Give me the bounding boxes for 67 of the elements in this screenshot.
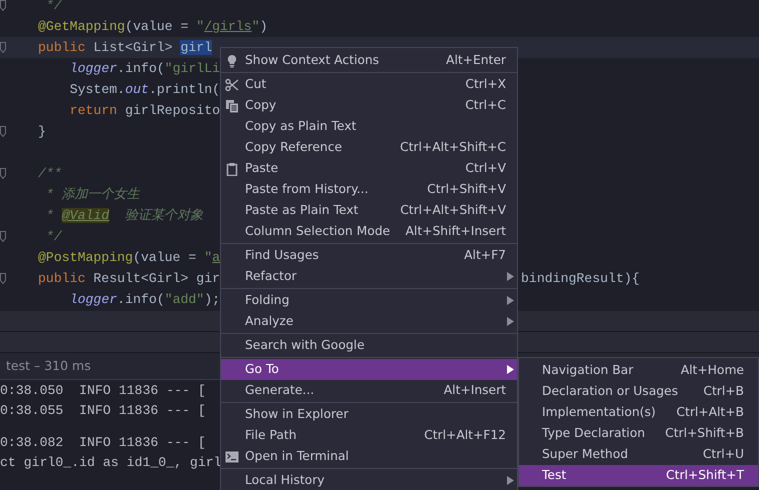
menu-item[interactable]: Show in Explorer — [221, 404, 517, 425]
code-text: bindingResult){ — [521, 270, 640, 288]
menu-item[interactable]: Generate... Alt+Insert — [221, 380, 517, 401]
code-text: logger.info("girlLi — [70, 61, 220, 76]
shortcut-label: Ctrl+X — [465, 76, 506, 94]
menu-item[interactable]: Find Usages Alt+F7 — [221, 245, 517, 266]
code-text: */ — [44, 229, 62, 244]
copy-icon — [225, 98, 239, 112]
scissors-icon — [225, 78, 239, 92]
menu-item[interactable]: Show Context Actions Alt+Enter — [221, 50, 517, 71]
shortcut-label: Ctrl+Shift+V — [427, 181, 506, 198]
menu-item[interactable]: Go To — [221, 359, 517, 380]
shortcut-label: Alt+F7 — [464, 247, 506, 264]
shortcut-label: Ctrl+C — [465, 97, 506, 114]
code-text: System.out.println( — [70, 82, 220, 97]
shortcut-label: Alt+Enter — [446, 52, 506, 70]
shortcut-label: Alt+Shift+Insert — [406, 223, 506, 240]
menu-item[interactable]: Paste from History... Ctrl+Shift+V — [221, 179, 517, 200]
run-status-label: test – 310 ms — [6, 356, 91, 375]
menu-item[interactable]: Paste as Plain Text Ctrl+Alt+Shift+V — [221, 200, 517, 221]
menu-item[interactable]: Column Selection Mode Alt+Shift+Insert — [221, 221, 517, 242]
console-line: 0:38.082 INFO 11836 --- [ — [0, 434, 206, 452]
code-text: * 添加一个女生 — [44, 187, 140, 202]
shortcut-label: Ctrl+Alt+Shift+V — [400, 202, 506, 220]
code-text: @GetMapping(value = "/girls") — [38, 19, 268, 34]
clipboard-icon — [225, 162, 239, 176]
code-text: * @Valid 验证某个对象 — [44, 208, 204, 223]
menu-item[interactable]: Analyze — [221, 311, 517, 332]
shortcut-label: Alt+Insert — [444, 382, 506, 400]
menu-item[interactable]: Declaration or Usages Ctrl+B — [519, 381, 758, 402]
shortcut-label: Ctrl+Shift+B — [665, 425, 744, 442]
menu-item[interactable]: Super Method Ctrl+U — [519, 444, 758, 465]
code-text: public List<Girl> girl — [38, 40, 212, 55]
shortcut-label: Ctrl+U — [702, 446, 744, 464]
console-line: 0:38.050 INFO 11836 --- [ — [0, 382, 206, 400]
shortcut-label: Alt+Home — [680, 362, 744, 380]
code-text: return girlReposito — [70, 103, 220, 118]
menu-item[interactable]: Type Declaration Ctrl+Shift+B — [519, 423, 758, 444]
bulb-icon — [225, 54, 239, 68]
code-text: } — [38, 124, 46, 139]
shortcut-label: Ctrl+Shift+T — [666, 467, 744, 484]
menu-item[interactable]: Local History — [221, 470, 517, 490]
menu-item[interactable]: Copy Ctrl+C — [221, 95, 517, 116]
menu-item[interactable]: Copy Reference Ctrl+Alt+Shift+C — [221, 137, 517, 158]
menu-item[interactable]: File Path Ctrl+Alt+F12 — [221, 425, 517, 446]
code-text: logger.info("add"); — [70, 292, 220, 307]
menu-item[interactable]: Implementation(s) Ctrl+Alt+B — [519, 402, 758, 423]
menu-item[interactable]: Open in Terminal — [221, 446, 517, 467]
menu-item[interactable]: Paste Ctrl+V — [221, 158, 517, 179]
menu-item[interactable]: Navigation Bar Alt+Home — [519, 360, 758, 381]
shortcut-label: Ctrl+Alt+B — [676, 404, 744, 422]
menu-item[interactable]: Search with Google — [221, 335, 517, 356]
menu-item[interactable]: Test Ctrl+Shift+T — [519, 465, 758, 486]
terminal-icon — [225, 450, 239, 464]
code-text: @PostMapping(value = "a — [38, 250, 220, 265]
menu-item[interactable]: Folding — [221, 290, 517, 311]
menu-item[interactable]: Cut Ctrl+X — [221, 74, 517, 95]
code-text: /** — [38, 166, 62, 181]
console-line: ct girl0_.id as id1_0_, girl — [0, 454, 222, 472]
console-line: 0:38.055 INFO 11836 --- [ — [0, 402, 206, 420]
shortcut-label: Ctrl+Alt+Shift+C — [400, 139, 506, 156]
shortcut-label: Ctrl+B — [703, 383, 744, 400]
shortcut-label: Ctrl+V — [465, 160, 506, 178]
shortcut-label: Ctrl+Alt+F12 — [424, 427, 506, 444]
menu-item[interactable]: Copy as Plain Text — [221, 116, 517, 137]
code-text: public Result<Girl> gir — [38, 271, 220, 286]
menu-item[interactable]: Refactor — [221, 266, 517, 287]
